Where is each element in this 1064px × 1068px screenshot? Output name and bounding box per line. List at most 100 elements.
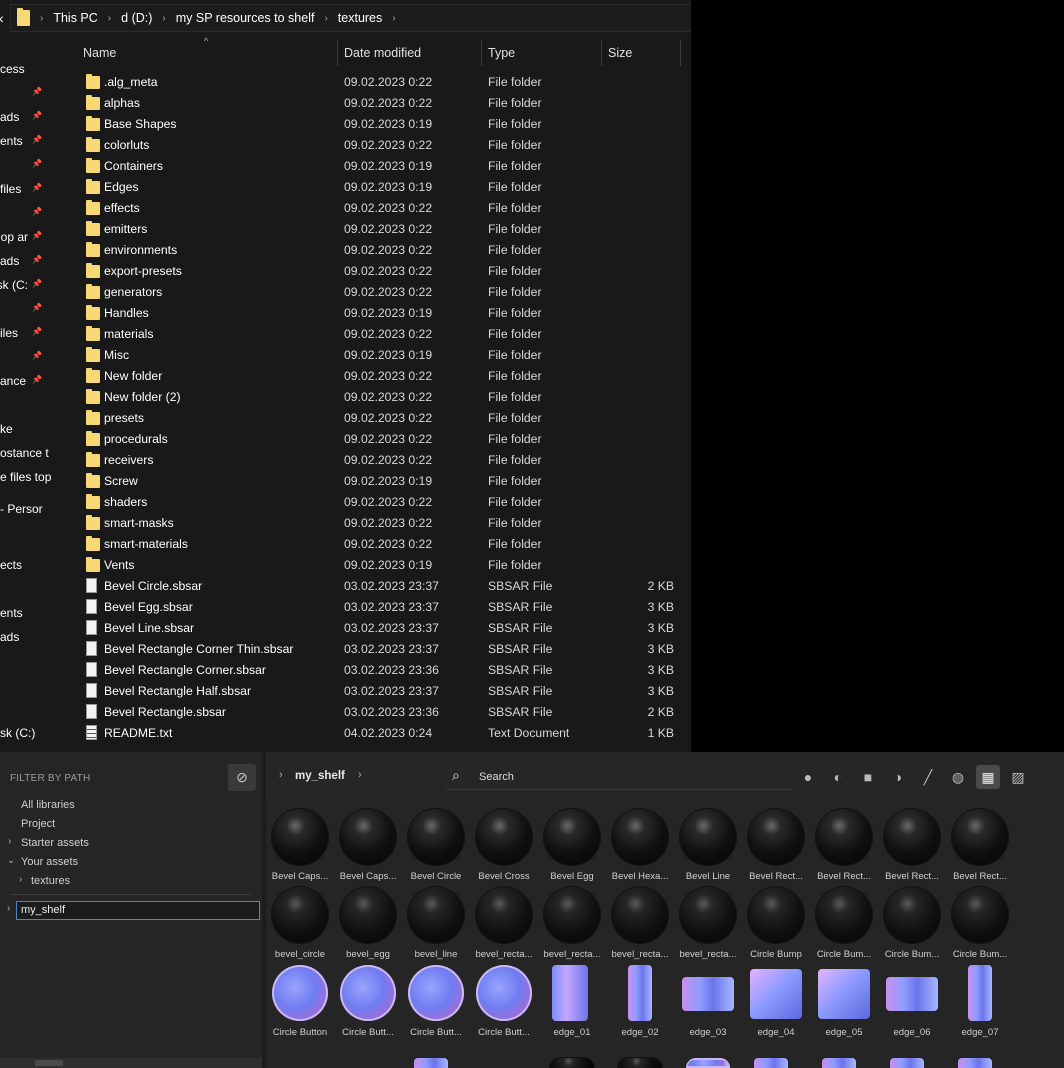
- chevron-right-icon[interactable]: ›: [19, 874, 22, 885]
- table-row[interactable]: smart-masks 09.02.2023 0:22 File folder: [64, 512, 691, 533]
- chevron-down-icon[interactable]: ⌄: [7, 855, 15, 866]
- table-row[interactable]: smart-materials 09.02.2023 0:22 File folde…: [64, 533, 691, 554]
- table-row[interactable]: environments 09.02.2023 0:22 File folder: [64, 239, 691, 260]
- path-name-input[interactable]: my_shelf: [16, 901, 260, 920]
- table-row[interactable]: generators 09.02.2023 0:22 File folder: [64, 281, 691, 302]
- chevron-right-icon[interactable]: ›: [324, 13, 327, 24]
- table-row[interactable]: procedurals 09.02.2023 0:22 File folder: [64, 428, 691, 449]
- asset-thumbnail[interactable]: Circle Butt...: [334, 961, 402, 1039]
- table-row[interactable]: Bevel Circle.sbsar 03.02.2023 23:37 SBSAR …: [64, 575, 691, 596]
- table-row[interactable]: Misc 09.02.2023 0:19 File folder: [64, 344, 691, 365]
- asset-thumbnail-partial[interactable]: [958, 1058, 992, 1068]
- nav-item[interactable]: cess: [0, 62, 64, 82]
- tree-item[interactable]: All libraries: [21, 799, 75, 811]
- asset-thumbnail[interactable]: Circle Butt...: [402, 961, 470, 1039]
- chevron-right-icon[interactable]: ›: [40, 13, 43, 24]
- nav-item[interactable]: hop ar 📌: [0, 230, 64, 250]
- tree-item[interactable]: Your assets: [21, 856, 78, 868]
- tree-item[interactable]: textures: [31, 875, 70, 887]
- asset-thumbnail-partial[interactable]: [618, 1058, 662, 1068]
- nav-item[interactable]: ostance t: [0, 446, 64, 466]
- tree-item[interactable]: Starter assets: [21, 837, 89, 849]
- asset-thumbnail-partial[interactable]: [550, 1058, 594, 1068]
- table-row[interactable]: New folder (2) 09.02.2023 0:22 File folder: [64, 386, 691, 407]
- column-divider[interactable]: [680, 40, 681, 66]
- chevron-right-icon[interactable]: ›: [279, 769, 283, 781]
- table-row[interactable]: Bevel Rectangle Half.sbsar 03.02.2023 23:…: [64, 680, 691, 701]
- hide-eye-icon[interactable]: ⊘: [228, 764, 256, 791]
- table-row[interactable]: export-presets 09.02.2023 0:22 File folder: [64, 260, 691, 281]
- nav-item[interactable]: [0, 582, 64, 602]
- nav-item[interactable]: [0, 534, 64, 554]
- nav-item[interactable]: 📌: [0, 302, 64, 322]
- asset-thumbnail[interactable]: bevel_recta...: [606, 883, 674, 961]
- asset-thumbnail[interactable]: edge_01: [538, 961, 606, 1039]
- nav-item[interactable]: - Persor: [0, 502, 64, 522]
- breadcrumb-textures[interactable]: textures: [338, 11, 382, 25]
- column-divider[interactable]: [481, 40, 482, 66]
- asset-thumbnail[interactable]: bevel_recta...: [538, 883, 606, 961]
- table-row[interactable]: alphas 09.02.2023 0:22 File folder: [64, 92, 691, 113]
- environment-icon[interactable]: ▨: [1006, 765, 1030, 789]
- asset-thumbnail[interactable]: Circle Bump: [742, 883, 810, 961]
- tree-item[interactable]: Project: [21, 818, 55, 830]
- asset-thumbnail-partial[interactable]: [822, 1058, 856, 1068]
- shelf-breadcrumb[interactable]: my_shelf: [295, 770, 345, 782]
- asset-thumbnail[interactable]: Circle Bum...: [946, 883, 1014, 961]
- texture-icon[interactable]: ■: [856, 765, 880, 789]
- table-row[interactable]: Containers 09.02.2023 0:19 File folder: [64, 155, 691, 176]
- table-row[interactable]: Screw 09.02.2023 0:19 File folder: [64, 470, 691, 491]
- column-divider[interactable]: [337, 40, 338, 66]
- nav-item[interactable]: e files top: [0, 470, 64, 490]
- sphere-material-icon[interactable]: ●: [796, 765, 820, 789]
- scrollbar-thumb[interactable]: [35, 1060, 63, 1066]
- nav-item[interactable]: [0, 654, 64, 674]
- chevron-right-icon[interactable]: ›: [108, 13, 111, 24]
- asset-thumbnail[interactable]: Bevel Rect...: [742, 805, 810, 883]
- breadcrumb[interactable]: › This PC › d (D:) › my SP resources to …: [10, 4, 691, 32]
- horizontal-scrollbar[interactable]: [0, 1058, 262, 1068]
- table-row[interactable]: Bevel Rectangle Corner Thin.sbsar 03.02.2…: [64, 638, 691, 659]
- nav-item[interactable]: ects: [0, 558, 64, 578]
- column-date-modified[interactable]: Date modified: [344, 46, 421, 60]
- nav-item[interactable]: ads 📌: [0, 254, 64, 274]
- nav-item[interactable]: ke: [0, 422, 64, 442]
- chevron-right-icon[interactable]: ›: [162, 13, 165, 24]
- asset-thumbnail[interactable]: Bevel Cross: [470, 805, 538, 883]
- nav-item[interactable]: [0, 398, 64, 418]
- asset-thumbnail[interactable]: edge_02: [606, 961, 674, 1039]
- nav-item[interactable]: 📌: [0, 206, 64, 226]
- asset-thumbnail[interactable]: Circle Butt...: [470, 961, 538, 1039]
- column-divider[interactable]: [601, 40, 602, 66]
- breadcrumb-this-pc[interactable]: This PC: [53, 11, 97, 25]
- nav-item[interactable]: ads 📌: [0, 110, 64, 130]
- asset-thumbnail[interactable]: bevel_circle: [266, 883, 334, 961]
- asset-thumbnail[interactable]: Bevel Caps...: [266, 805, 334, 883]
- table-row[interactable]: presets 09.02.2023 0:22 File folder: [64, 407, 691, 428]
- asset-thumbnail[interactable]: edge_06: [878, 961, 946, 1039]
- nav-item[interactable]: iles 📌: [0, 326, 64, 346]
- column-size[interactable]: Size: [608, 46, 632, 60]
- nav-item[interactable]: sk (C: 📌: [0, 278, 64, 298]
- table-row[interactable]: Bevel Rectangle.sbsar 03.02.2023 23:36 SBS…: [64, 701, 691, 722]
- table-row[interactable]: colorluts 09.02.2023 0:22 File folder: [64, 134, 691, 155]
- asset-thumbnail-partial[interactable]: [890, 1058, 924, 1068]
- table-row[interactable]: Bevel Rectangle Corner.sbsar 03.02.2023 2…: [64, 659, 691, 680]
- nav-item[interactable]: files 📌: [0, 182, 64, 202]
- table-row[interactable]: Edges 09.02.2023 0:19 File folder: [64, 176, 691, 197]
- chevron-right-icon[interactable]: ›: [8, 836, 11, 847]
- table-row[interactable]: New folder 09.02.2023 0:22 File folder: [64, 365, 691, 386]
- chevron-right-icon[interactable]: ›: [7, 903, 10, 914]
- nav-item[interactable]: 📌: [0, 158, 64, 178]
- asset-thumbnail[interactable]: Circle Button: [266, 961, 334, 1039]
- asset-thumbnail[interactable]: Bevel Rect...: [810, 805, 878, 883]
- asset-thumbnail[interactable]: Bevel Rect...: [878, 805, 946, 883]
- back-arrow-icon[interactable]: ‹: [0, 10, 4, 26]
- alpha-icon[interactable]: ◍: [946, 765, 970, 789]
- nav-item[interactable]: ents: [0, 606, 64, 626]
- table-row[interactable]: shaders 09.02.2023 0:22 File folder: [64, 491, 691, 512]
- column-type[interactable]: Type: [488, 46, 515, 60]
- table-row[interactable]: Bevel Egg.sbsar 03.02.2023 23:37 SBSAR Fil…: [64, 596, 691, 617]
- smart-material-icon[interactable]: ◐: [826, 765, 850, 789]
- table-row[interactable]: receivers 09.02.2023 0:22 File folder: [64, 449, 691, 470]
